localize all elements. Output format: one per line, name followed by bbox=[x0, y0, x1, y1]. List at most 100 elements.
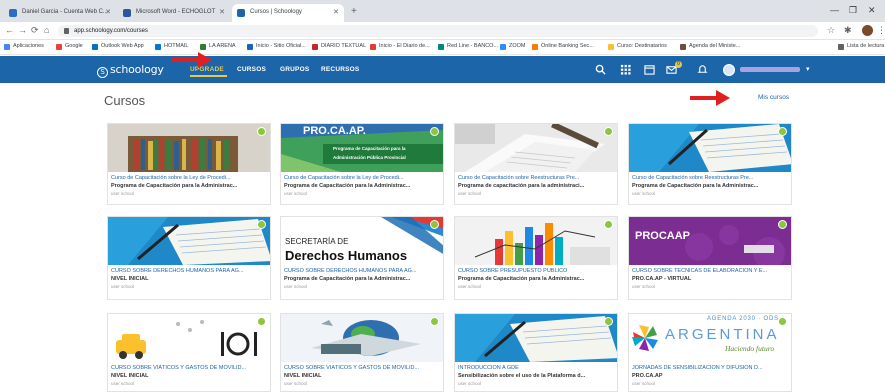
course-title[interactable]: Curso de Capacitación sobre la Ley de Pr… bbox=[284, 175, 440, 181]
course-image bbox=[108, 124, 270, 172]
maximize-icon[interactable]: ❐ bbox=[849, 5, 857, 16]
browser-tab-strip: Daniel Garcia - Cuenta Web C... ✕ Micros… bbox=[0, 0, 885, 22]
course-card[interactable]: SECRETARÍA DE Derechos Humanos CURSO SOB… bbox=[280, 216, 444, 300]
my-courses-link[interactable]: Mis cursos bbox=[758, 94, 789, 101]
user-avatar[interactable] bbox=[723, 64, 735, 76]
banner-subtitle: Administración Pública Provincial bbox=[333, 155, 406, 160]
reload-icon[interactable]: ⟳ bbox=[31, 25, 39, 36]
course-title[interactable]: JORNADAS DE SENSIBILIZACION Y DIFUSION D… bbox=[632, 365, 788, 371]
back-icon[interactable]: ← bbox=[5, 25, 14, 35]
url-input[interactable]: app.schoology.com/courses bbox=[58, 25, 818, 37]
hotmail-icon bbox=[155, 44, 161, 50]
course-school: user school bbox=[632, 381, 656, 386]
course-image bbox=[455, 314, 617, 362]
course-card[interactable]: Curso de Capacitación sobre Reestructura… bbox=[454, 123, 618, 205]
course-school: user school bbox=[632, 191, 656, 196]
close-window-icon[interactable]: ✕ bbox=[868, 5, 876, 16]
google-icon bbox=[56, 44, 62, 50]
course-title[interactable]: Curso de Capacitación sobre Reestructura… bbox=[458, 175, 614, 181]
schoology-s-icon: S bbox=[97, 67, 108, 78]
bell-icon[interactable] bbox=[697, 64, 708, 75]
course-image: SECRETARÍA DE Derechos Humanos bbox=[281, 217, 443, 265]
tab-label: Microsoft Word - ECHOGLOT bbox=[136, 9, 216, 15]
course-title[interactable]: CURSO SOBRE DERECHOS HUMANOS PARA AG... bbox=[284, 268, 440, 274]
bookmark-icon bbox=[247, 44, 253, 50]
profile-avatar[interactable] bbox=[862, 25, 873, 36]
course-card[interactable]: CURSO SOBRE VIÁTICOS Y GASTOS DE MOVILID… bbox=[280, 313, 444, 392]
course-card[interactable]: CURSO SOBRE PRESUPUESTO PUBLICO Programa… bbox=[454, 216, 618, 300]
chevron-down-icon[interactable]: ▾ bbox=[806, 65, 810, 73]
bookmarks-bar: Aplicaciones Google Outlook Web App HOTM… bbox=[0, 40, 885, 55]
nav-cursos[interactable]: CURSOS bbox=[237, 66, 266, 73]
course-school: user school bbox=[111, 381, 135, 386]
course-card[interactable]: CURSO SOBRE DERECHOS HUMANOS PARA AG... … bbox=[107, 216, 271, 300]
course-title[interactable]: CURSO SOBRE VIÁTICOS Y GASTOS DE MOVILID… bbox=[111, 365, 267, 371]
course-title[interactable]: INTRODUCCION A GDE bbox=[458, 365, 614, 371]
upgrade-underline bbox=[190, 75, 227, 77]
banner-tagline: Haciendo futuro bbox=[725, 344, 775, 353]
search-icon[interactable] bbox=[595, 64, 606, 75]
user-name[interactable] bbox=[740, 67, 800, 72]
course-title[interactable]: CURSO SOBRE VIÁTICOS Y GASTOS DE MOVILID… bbox=[284, 365, 440, 371]
url-text: app.schoology.com/courses bbox=[74, 28, 148, 34]
course-section: Programa de Capacitación para la Adminis… bbox=[284, 276, 411, 282]
bookmark-item[interactable]: ZOOM bbox=[500, 43, 526, 50]
course-title[interactable]: CURSO SOBRE TECNICAS DE ELABORACION Y E.… bbox=[632, 268, 788, 274]
bookmark-icon bbox=[532, 44, 538, 50]
menu-icon[interactable]: ⋮ bbox=[877, 25, 885, 36]
course-school: user school bbox=[111, 284, 135, 289]
bookmark-icon bbox=[200, 44, 206, 50]
course-section: Programa de Capacitación para la Adminis… bbox=[632, 183, 759, 189]
course-title[interactable]: CURSO SOBRE DERECHOS HUMANOS PARA AG... bbox=[111, 268, 267, 274]
course-card[interactable]: AGENDA 2030 · ODS ARGENTINA Haciendo fut… bbox=[628, 313, 792, 392]
bookmark-item[interactable]: Outlook Web App bbox=[92, 43, 144, 50]
bookmark-item[interactable]: Agenda del Ministe... bbox=[680, 43, 740, 50]
extensions-icon[interactable]: ✱ bbox=[844, 25, 852, 36]
bookmark-item[interactable]: Online Banking Sec... bbox=[532, 43, 594, 50]
course-school: user school bbox=[458, 191, 482, 196]
course-title[interactable]: Curso de Capacitación sobre la Ley de Pr… bbox=[111, 175, 267, 181]
nav-grupos[interactable]: GRUPOS bbox=[280, 66, 309, 73]
bookmark-item[interactable]: HOTMAIL bbox=[155, 43, 188, 50]
course-card[interactable]: Curso de Capacitación sobre la Ley de Pr… bbox=[107, 123, 271, 205]
course-card[interactable]: Curso de Capacitación sobre Reestructura… bbox=[628, 123, 792, 205]
banner-subtitle: AGENDA 2030 · ODS bbox=[707, 316, 779, 322]
close-icon[interactable]: ✕ bbox=[105, 8, 111, 16]
browser-tab[interactable]: Microsoft Word - ECHOGLOT ✕ bbox=[118, 4, 230, 22]
course-title[interactable]: Curso de Capacitación sobre Reestructura… bbox=[632, 175, 788, 181]
course-title[interactable]: CURSO SOBRE PRESUPUESTO PUBLICO bbox=[458, 268, 614, 274]
reading-list-icon bbox=[838, 44, 844, 50]
schoology-logo[interactable]: Sschoology bbox=[97, 63, 164, 78]
bookmark-item[interactable]: DIARIO TEXTUAL bbox=[312, 43, 366, 50]
browser-tab[interactable]: Daniel Garcia - Cuenta Web C... ✕ bbox=[4, 4, 116, 22]
bookmark-item[interactable]: Aplicaciones bbox=[4, 43, 44, 50]
course-status-icon bbox=[604, 317, 613, 326]
forward-icon[interactable]: → bbox=[18, 25, 27, 35]
course-image bbox=[629, 124, 791, 172]
course-card[interactable]: PRO.CA.AP. Programa de Capacitación para… bbox=[280, 123, 444, 205]
course-image bbox=[281, 314, 443, 362]
apps-grid-icon[interactable] bbox=[620, 64, 631, 75]
new-tab-icon[interactable]: + bbox=[351, 6, 357, 17]
course-section: NIVEL INICIAL bbox=[111, 276, 149, 282]
bookmark-item[interactable]: Curso: Destinatarios bbox=[608, 43, 667, 50]
reading-list[interactable]: Lista de lectura bbox=[838, 43, 884, 50]
banner-title: SECRETARÍA DE bbox=[285, 237, 349, 246]
bookmark-item[interactable]: LA ARENA bbox=[200, 43, 236, 50]
bookmark-item[interactable]: Inicio - El Diario de... bbox=[370, 43, 430, 50]
bookmark-icon bbox=[608, 44, 614, 50]
close-icon[interactable]: ✕ bbox=[333, 8, 339, 16]
bookmark-item[interactable]: Red Line - BANCO... bbox=[438, 43, 498, 50]
browser-tab-active[interactable]: Cursos | Schoology ✕ bbox=[232, 4, 344, 22]
course-card[interactable]: CURSO SOBRE VIÁTICOS Y GASTOS DE MOVILID… bbox=[107, 313, 271, 392]
minimize-icon[interactable]: — bbox=[830, 5, 839, 15]
nav-recursos[interactable]: RECURSOS bbox=[321, 66, 359, 73]
calendar-icon[interactable] bbox=[644, 64, 655, 75]
course-card[interactable]: PROCAAP CURSO SOBRE TECNICAS DE ELABORAC… bbox=[628, 216, 792, 300]
home-icon[interactable]: ⌂ bbox=[44, 25, 49, 35]
course-card[interactable]: INTRODUCCION A GDE Sensibilización sobre… bbox=[454, 313, 618, 392]
close-icon[interactable]: ✕ bbox=[219, 8, 225, 16]
bookmark-item[interactable]: Inicio - Sitio Oficial... bbox=[247, 43, 306, 50]
bookmark-item[interactable]: Google bbox=[56, 43, 83, 50]
star-icon[interactable]: ☆ bbox=[827, 25, 835, 36]
